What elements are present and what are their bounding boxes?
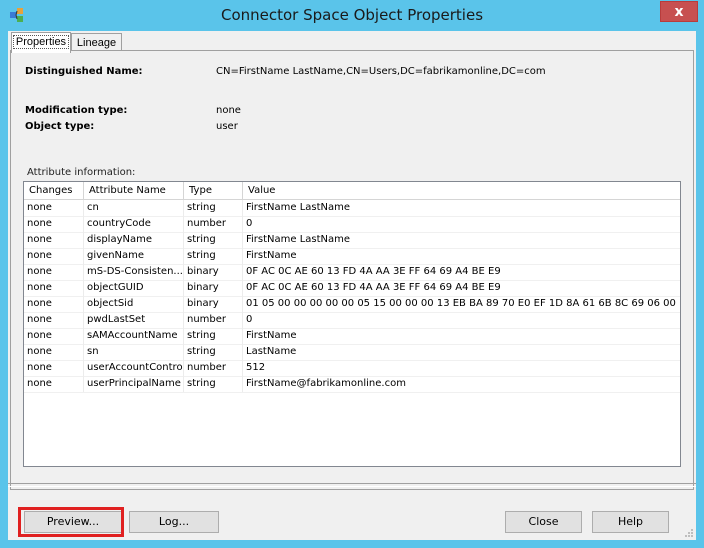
help-button[interactable]: Help: [592, 511, 669, 533]
cell-type: number: [184, 312, 243, 328]
table-row[interactable]: none mS-DS-Consisten... binary 0F AC 0C AE …: [24, 264, 680, 281]
cell-changes: none: [24, 200, 84, 216]
dn-value: CN=FirstName LastName,CN=Users,DC=fabrik…: [216, 66, 546, 77]
table-row[interactable]: none pwdLastSet number 0: [24, 312, 680, 329]
cell-changes: none: [24, 232, 84, 248]
dn-label: Distinguished Name:: [25, 66, 143, 77]
attr-info-label: Attribute information:: [27, 167, 136, 178]
cell-changes: none: [24, 328, 84, 344]
cell-attribute-name: cn: [84, 200, 184, 216]
cell-value: FirstName@fabrikamonline.com: [246, 378, 406, 389]
table-row[interactable]: none objectSid binary 01 05 00 00 00 00 00 …: [24, 296, 680, 313]
close-icon: x: [674, 3, 684, 20]
attribute-list[interactable]: Changes Attribute Name Type Value none cn…: [23, 181, 681, 467]
cell-changes: none: [24, 344, 84, 360]
obj-type-value: user: [216, 121, 238, 132]
cell-value: FirstName: [246, 330, 297, 341]
log-button[interactable]: Log...: [129, 511, 219, 533]
close-window-button[interactable]: x: [660, 1, 698, 22]
table-row[interactable]: none userAccountControl number 512: [24, 360, 680, 377]
cell-attribute-name: sAMAccountName: [84, 328, 184, 344]
cell-type: number: [184, 360, 243, 376]
cell-changes: none: [24, 216, 84, 232]
table-row[interactable]: none userPrincipalName string FirstName@fab…: [24, 376, 680, 393]
mod-type-label: Modification type:: [25, 105, 128, 116]
cell-type: string: [184, 200, 243, 216]
cell-attribute-name: countryCode: [84, 216, 184, 232]
cell-attribute-name: displayName: [84, 232, 184, 248]
cell-value: LastName: [246, 346, 297, 357]
cell-type: string: [184, 232, 243, 248]
resize-grip-icon[interactable]: [684, 528, 694, 538]
cell-attribute-name: userPrincipalName: [84, 376, 184, 392]
cell-changes: none: [24, 376, 84, 392]
cell-attribute-name: objectGUID: [84, 280, 184, 296]
cell-changes: none: [24, 280, 84, 296]
cell-value: FirstName LastName: [246, 234, 351, 245]
close-button[interactable]: Close: [505, 511, 582, 533]
col-type[interactable]: Type: [184, 182, 243, 199]
cell-attribute-name: objectSid: [84, 296, 184, 312]
cell-value: 0F AC 0C AE 60 13 FD 4A AA 3E FF 64 69 A…: [246, 266, 501, 277]
col-attribute-name[interactable]: Attribute Name: [84, 182, 184, 199]
table-row[interactable]: none countryCode number 0: [24, 216, 680, 233]
col-changes[interactable]: Changes: [24, 182, 84, 199]
table-row[interactable]: none sAMAccountName string FirstName: [24, 328, 680, 345]
cell-value: 512: [246, 362, 266, 373]
table-row[interactable]: none displayName string FirstName LastName: [24, 232, 680, 249]
cell-changes: none: [24, 312, 84, 328]
table-row[interactable]: none objectGUID binary 0F AC 0C AE 60 13 FD…: [24, 280, 680, 297]
cell-changes: none: [24, 296, 84, 312]
title-bar[interactable]: Connector Space Object Properties x: [0, 0, 704, 31]
cell-value: FirstName LastName: [246, 202, 351, 213]
col-value[interactable]: Value: [243, 182, 680, 199]
cell-attribute-name: sn: [84, 344, 184, 360]
cell-attribute-name: pwdLastSet: [84, 312, 184, 328]
table-row[interactable]: none cn string FirstName LastName: [24, 200, 680, 217]
mod-type-value: none: [216, 105, 241, 116]
separator: [8, 483, 696, 487]
table-row[interactable]: none sn string LastName: [24, 344, 680, 361]
tab-properties[interactable]: Properties: [11, 32, 71, 53]
tab-lineage[interactable]: Lineage: [71, 33, 122, 51]
cell-changes: none: [24, 360, 84, 376]
cell-value: 0: [246, 218, 253, 229]
tab-properties-label: Properties: [12, 35, 70, 49]
cell-type: binary: [184, 264, 243, 280]
highlight-box: [18, 507, 124, 537]
cell-type: string: [184, 344, 243, 360]
dialog-client: Properties Lineage Distinguished Name: C…: [8, 31, 696, 540]
list-header: Changes Attribute Name Type Value: [24, 182, 680, 200]
cell-type: binary: [184, 296, 243, 312]
cell-changes: none: [24, 248, 84, 264]
cell-value: 01 05 00 00 00 00 00 05 15 00 00 00 13 E…: [246, 298, 680, 309]
cell-attribute-name: userAccountControl: [84, 360, 184, 376]
dialog-window: Connector Space Object Properties x Prop…: [0, 0, 704, 548]
cell-type: number: [184, 216, 243, 232]
cell-type: string: [184, 248, 243, 264]
tab-lineage-label: Lineage: [76, 37, 117, 49]
cell-value: 0F AC 0C AE 60 13 FD 4A AA 3E FF 64 69 A…: [246, 282, 501, 293]
cell-type: string: [184, 328, 243, 344]
cell-type: string: [184, 376, 243, 392]
cell-attribute-name: givenName: [84, 248, 184, 264]
obj-type-label: Object type:: [25, 121, 95, 132]
window-title: Connector Space Object Properties: [220, 6, 484, 24]
cell-attribute-name: mS-DS-Consisten...: [84, 264, 184, 280]
cell-value: FirstName: [246, 250, 297, 261]
table-row[interactable]: none givenName string FirstName: [24, 248, 680, 265]
cell-changes: none: [24, 264, 84, 280]
cell-type: binary: [184, 280, 243, 296]
cell-value: 0: [246, 314, 253, 325]
